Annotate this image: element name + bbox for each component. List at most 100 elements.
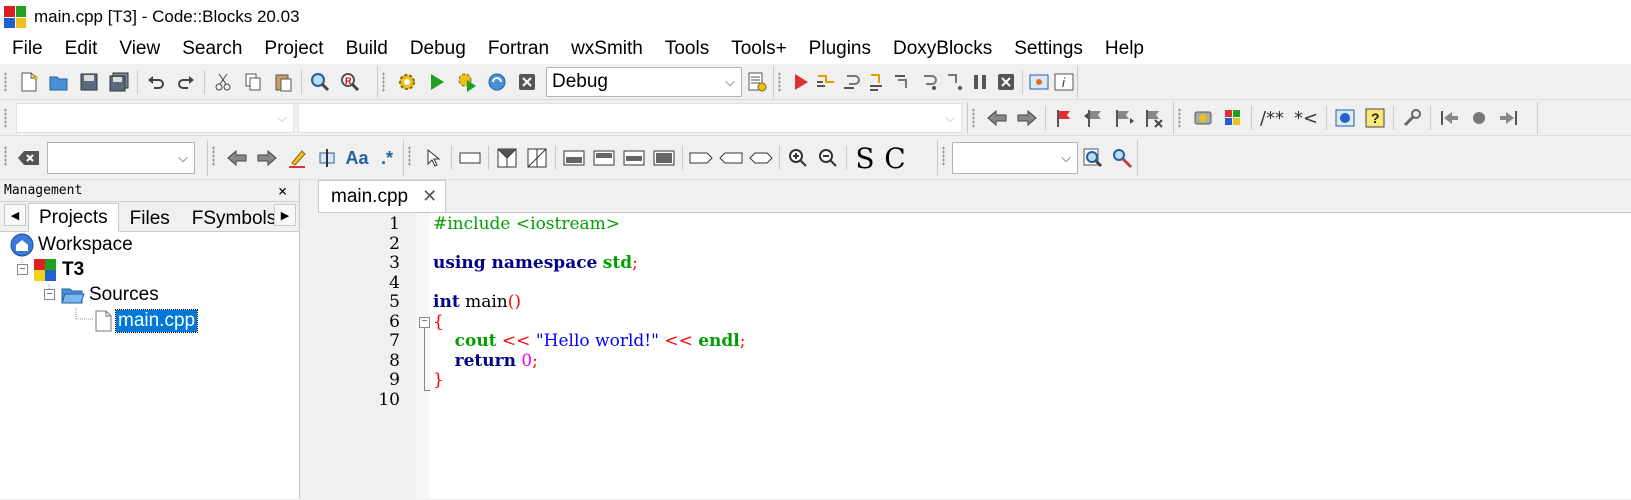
pane-splitter[interactable] (300, 180, 318, 499)
code-editor[interactable]: 1 2 3 4 5 6 7 8 9 10 − #include <iostrea… (318, 212, 1631, 500)
line-comment-button[interactable]: *< (1289, 104, 1323, 132)
close-tab-icon[interactable]: ✕ (422, 186, 437, 207)
layout-bottom-icon[interactable] (589, 144, 619, 172)
menu-plugins[interactable]: Plugins (798, 34, 882, 64)
menu-search[interactable]: Search (171, 34, 253, 64)
undo-icon[interactable] (141, 68, 171, 96)
search-text-select[interactable]: ⌵ (47, 142, 195, 174)
next-bookmark-icon[interactable] (1109, 104, 1139, 132)
open-file-icon[interactable] (44, 68, 74, 96)
menu-file[interactable]: File (0, 34, 54, 64)
tree-item-workspace[interactable]: Workspace (10, 232, 133, 257)
insert-before-icon[interactable] (492, 144, 522, 172)
step-into-instruction-icon[interactable] (942, 68, 968, 96)
highlight-icon[interactable] (282, 144, 312, 172)
abort-icon[interactable] (512, 68, 542, 96)
menu-help[interactable]: Help (1094, 34, 1155, 64)
regex-button[interactable]: .* (372, 144, 402, 172)
editor-tab-main-cpp[interactable]: main.cpp ✕ (318, 180, 447, 212)
tab-scroll-right-icon[interactable]: ▶ (274, 204, 296, 226)
debugging-windows-icon[interactable] (1026, 68, 1052, 96)
insert-after-icon[interactable] (522, 144, 552, 172)
menu-project[interactable]: Project (253, 34, 334, 64)
tree-item-project[interactable]: − T3 (17, 257, 84, 282)
find-icon[interactable] (305, 68, 335, 96)
tab-fsymbols[interactable]: FSymbols (181, 205, 287, 231)
thread-search-options-icon[interactable] (1108, 144, 1138, 172)
next-line-icon[interactable] (839, 68, 865, 96)
show-preview-s-button[interactable]: S (850, 142, 880, 175)
rebuild-icon[interactable] (482, 68, 512, 96)
tab-projects[interactable]: Projects (28, 203, 119, 232)
menu-doxyblocks[interactable]: DoxyBlocks (882, 34, 1003, 64)
arrow-both-box-icon[interactable] (746, 144, 776, 172)
zoom-out-icon[interactable] (813, 144, 843, 172)
layout-full-icon[interactable] (649, 144, 679, 172)
run-html-icon[interactable] (1330, 104, 1360, 132)
info-icon[interactable]: i (1051, 68, 1077, 96)
match-case-button[interactable]: Aa (342, 144, 372, 172)
stop-debugger-icon[interactable] (993, 68, 1019, 96)
next-instruction-icon[interactable] (916, 68, 942, 96)
select-found-icon[interactable] (312, 144, 342, 172)
jump-forward-icon[interactable] (1494, 104, 1524, 132)
block-comment-button[interactable]: /** (1255, 104, 1289, 132)
show-preview-c-button[interactable]: C (880, 142, 910, 175)
jump-clear-icon[interactable] (1464, 104, 1494, 132)
redo-icon[interactable] (171, 68, 201, 96)
step-out-icon[interactable] (891, 68, 917, 96)
run-to-cursor-icon[interactable] (814, 68, 840, 96)
debug-continue-icon[interactable] (788, 68, 814, 96)
paste-icon[interactable] (268, 68, 298, 96)
pointer-icon[interactable] (418, 144, 448, 172)
thread-search-icon[interactable] (1078, 144, 1108, 172)
doxy-config-wrench-icon[interactable] (1397, 104, 1427, 132)
insert-into-icon[interactable] (455, 144, 485, 172)
tab-files[interactable]: Files (119, 205, 181, 231)
build-options-icon[interactable] (742, 68, 772, 96)
menu-edit[interactable]: Edit (54, 34, 109, 64)
find-previous-icon[interactable] (222, 144, 252, 172)
tab-scroll-left-icon[interactable]: ◀ (4, 204, 26, 226)
collapse-icon[interactable]: − (17, 264, 28, 275)
menu-tools-plus[interactable]: Tools+ (720, 34, 797, 64)
collapse-icon[interactable]: − (44, 289, 55, 300)
replace-icon[interactable]: R (335, 68, 365, 96)
step-into-icon[interactable] (865, 68, 891, 96)
find-next-icon[interactable] (252, 144, 282, 172)
build-gear-icon[interactable] (392, 68, 422, 96)
run-chm-help-icon[interactable]: ? (1360, 104, 1390, 132)
menu-view[interactable]: View (108, 34, 171, 64)
menu-debug[interactable]: Debug (399, 34, 477, 64)
doxywizard-icon[interactable] (1188, 104, 1218, 132)
forward-arrow-icon[interactable] (1012, 104, 1042, 132)
menu-tools[interactable]: Tools (654, 34, 720, 64)
toggle-bookmark-icon[interactable] (1049, 104, 1079, 132)
layout-middle-icon[interactable] (619, 144, 649, 172)
tree-item-sources[interactable]: − Sources (44, 282, 159, 307)
arrow-right-box-icon[interactable] (686, 144, 716, 172)
build-target-select[interactable]: Debug ⌵ (546, 67, 742, 97)
jump-back-icon[interactable] (1434, 104, 1464, 132)
previous-bookmark-icon[interactable] (1079, 104, 1109, 132)
zoom-in-icon[interactable] (783, 144, 813, 172)
copy-icon[interactable] (238, 68, 268, 96)
thread-search-select[interactable]: ⌵ (952, 142, 1078, 174)
menu-wxsmith[interactable]: wxSmith (560, 34, 654, 64)
menu-build[interactable]: Build (335, 34, 399, 64)
fold-collapse-icon[interactable]: − (419, 317, 430, 328)
run-icon[interactable] (422, 68, 452, 96)
new-file-icon[interactable]: ✦ (14, 68, 44, 96)
layout-top-icon[interactable] (559, 144, 589, 172)
function-select[interactable]: ⌵ (298, 103, 962, 133)
scope-select[interactable]: ⌵ (16, 103, 294, 133)
tree-item-main-cpp[interactable]: main.cpp (94, 308, 199, 333)
menu-settings[interactable]: Settings (1003, 34, 1094, 64)
save-all-icon[interactable] (104, 68, 134, 96)
back-arrow-icon[interactable] (982, 104, 1012, 132)
cut-icon[interactable] (208, 68, 238, 96)
arrow-left-box-icon[interactable] (716, 144, 746, 172)
extract-docs-icon[interactable] (1218, 104, 1248, 132)
pause-icon[interactable] (968, 68, 994, 96)
close-icon[interactable]: × (278, 180, 287, 202)
